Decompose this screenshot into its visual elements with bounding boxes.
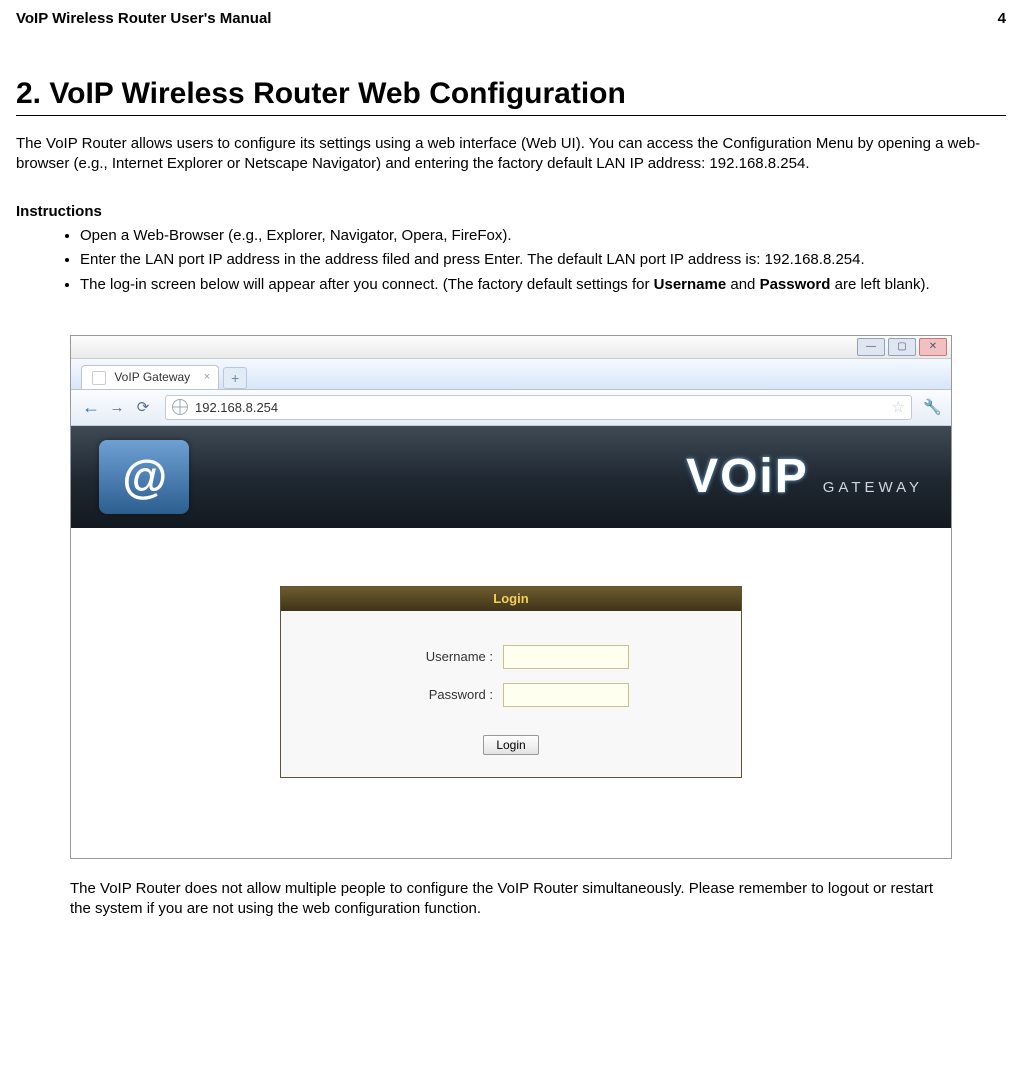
browser-screenshot: — ▢ ✕ VoIP Gateway × + ← → ⟳ 192.168.8.2… xyxy=(70,335,952,859)
instr3-text: and xyxy=(726,276,759,293)
new-tab-button[interactable]: + xyxy=(223,367,247,389)
instructions-heading: Instructions xyxy=(16,203,1006,220)
reload-button[interactable]: ⟳ xyxy=(131,396,155,418)
instructions-list: Open a Web-Browser (e.g., Explorer, Navi… xyxy=(16,226,1006,295)
logo-band: @ VOiP GATEWAY xyxy=(71,426,951,528)
window-maximize-button[interactable]: ▢ xyxy=(888,338,916,356)
globe-icon xyxy=(172,399,188,415)
page-header: VoIP Wireless Router User's Manual 4 xyxy=(16,10,1006,27)
header-title: VoIP Wireless Router User's Manual xyxy=(16,10,271,27)
instr3-text: The log-in screen below will appear afte… xyxy=(80,276,654,293)
login-zone: Login Username : Password : Login xyxy=(71,528,951,858)
address-text: 192.168.8.254 xyxy=(195,400,278,415)
instr3-bold-username: Username xyxy=(654,276,727,293)
password-input[interactable] xyxy=(503,683,629,707)
username-input[interactable] xyxy=(503,645,629,669)
window-close-button[interactable]: ✕ xyxy=(919,338,947,356)
login-button[interactable]: Login xyxy=(483,735,538,755)
browser-tab-row: VoIP Gateway × + xyxy=(71,359,951,390)
tab-title: VoIP Gateway xyxy=(114,370,190,384)
login-body: Username : Password : Login xyxy=(281,611,741,777)
login-header: Login xyxy=(281,587,741,611)
back-button[interactable]: ← xyxy=(79,396,103,418)
username-label: Username : xyxy=(393,649,493,664)
instruction-item: Open a Web-Browser (e.g., Explorer, Navi… xyxy=(80,226,1006,246)
login-box: Login Username : Password : Login xyxy=(280,586,742,778)
voip-logo-text: VOiP xyxy=(686,449,809,504)
instruction-item: Enter the LAN port IP address in the add… xyxy=(80,250,1006,270)
instruction-item: The log-in screen below will appear afte… xyxy=(80,275,1006,295)
at-sign-logo: @ xyxy=(99,440,189,514)
chapter-title: 2. VoIP Wireless Router Web Configuratio… xyxy=(16,77,1006,116)
forward-button[interactable]: → xyxy=(105,396,129,418)
bookmark-star-icon[interactable]: ☆ xyxy=(892,398,905,416)
address-bar[interactable]: 192.168.8.254 ☆ xyxy=(165,395,912,420)
settings-wrench-icon[interactable]: 🔧 xyxy=(922,398,943,416)
voip-logo-subtext: GATEWAY xyxy=(823,479,923,496)
tab-favicon xyxy=(92,371,106,385)
intro-paragraph: The VoIP Router allows users to configur… xyxy=(16,134,1006,173)
page-content: @ VOiP GATEWAY Login Username : Password… xyxy=(71,426,951,858)
voip-gateway-logo: VOiP GATEWAY xyxy=(686,449,923,504)
window-minimize-button[interactable]: — xyxy=(857,338,885,356)
password-row: Password : xyxy=(393,683,629,707)
header-page-number: 4 xyxy=(998,10,1006,27)
footer-note: The VoIP Router does not allow multiple … xyxy=(70,879,950,920)
password-label: Password : xyxy=(393,687,493,702)
instr3-text: are left blank). xyxy=(830,276,929,293)
username-row: Username : xyxy=(393,645,629,669)
browser-nav-row: ← → ⟳ 192.168.8.254 ☆ 🔧 xyxy=(71,390,951,426)
browser-tab[interactable]: VoIP Gateway × xyxy=(81,365,219,389)
tab-close-icon[interactable]: × xyxy=(204,371,210,383)
window-title-bar: — ▢ ✕ xyxy=(71,336,951,359)
instr3-bold-password: Password xyxy=(760,276,831,293)
